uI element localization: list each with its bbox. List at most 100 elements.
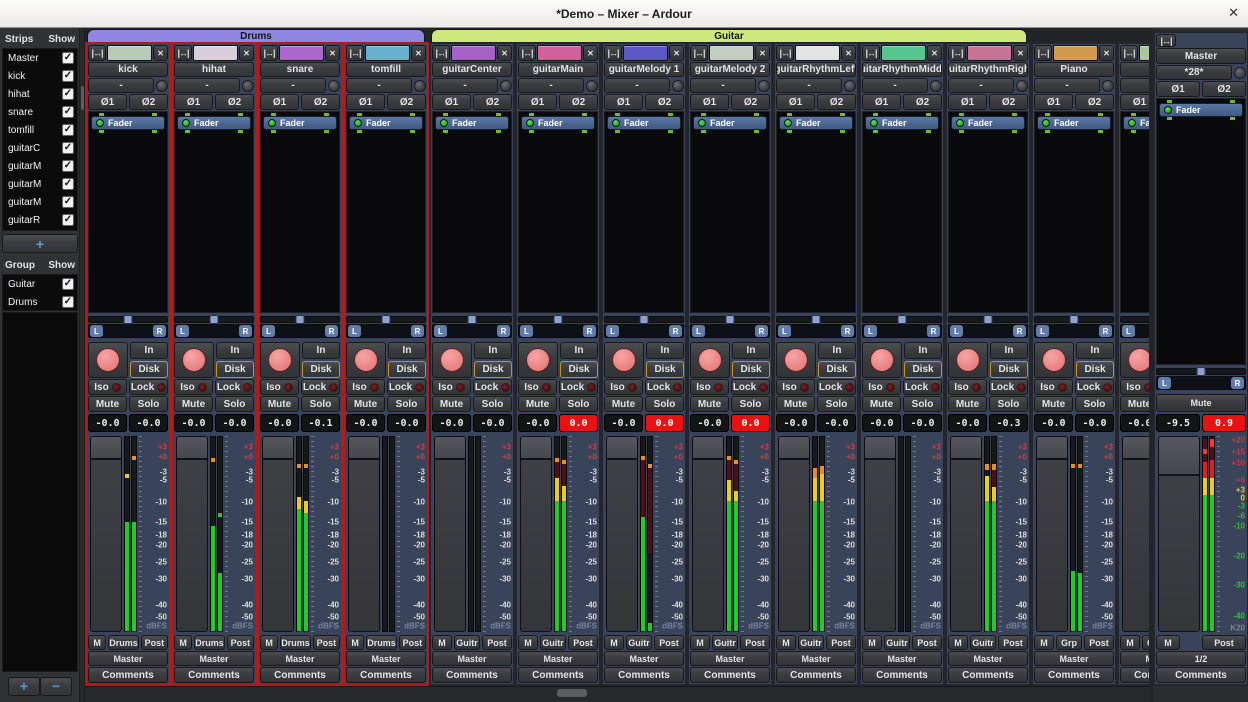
volume-fader[interactable] <box>950 436 982 632</box>
record-arm-button[interactable] <box>432 342 472 378</box>
phase-1-button[interactable]: Ø1 <box>604 94 643 110</box>
mute-button[interactable]: Mute <box>1156 394 1246 412</box>
input-monitor-button[interactable]: In <box>474 342 512 359</box>
fader-processor[interactable]: Fader <box>91 116 165 130</box>
mute-button[interactable]: Mute <box>432 396 471 412</box>
comments-button[interactable]: Comments <box>776 667 856 683</box>
solo-isolate-button[interactable]: Iso <box>260 379 299 395</box>
input-monitor-button[interactable]: In <box>130 342 168 359</box>
phase-1-button[interactable]: Ø1 <box>260 94 299 110</box>
pan-track[interactable] <box>690 316 770 323</box>
narrow-strip-toggle[interactable]: |↔| <box>1034 45 1052 61</box>
input-monitor-button[interactable]: In <box>302 342 340 359</box>
input-monitor-button[interactable]: In <box>904 342 942 359</box>
phase-1-button[interactable]: Ø1 <box>948 94 987 110</box>
strip-color-chip[interactable] <box>623 45 668 61</box>
group-button[interactable]: Grp <box>1142 635 1149 650</box>
trim-knob[interactable] <box>500 80 512 92</box>
disk-monitor-button[interactable]: Disk <box>818 361 856 378</box>
pan-control[interactable]: L R <box>1034 314 1114 341</box>
comments-button[interactable]: Comments <box>862 667 942 683</box>
narrow-strip-toggle[interactable]: |↔| <box>776 45 794 61</box>
peak-display[interactable]: -0.0 <box>817 414 856 432</box>
pan-control[interactable]: L R <box>948 314 1028 341</box>
mono-button[interactable]: M <box>1156 635 1180 650</box>
group-button[interactable]: Guitr <box>798 635 824 650</box>
solo-button[interactable]: Solo <box>817 396 856 412</box>
comments-button[interactable]: Comments <box>518 667 598 683</box>
output-button[interactable]: Master <box>260 651 340 666</box>
strip-name-button[interactable]: guitarRhythmMiddle <box>862 62 942 77</box>
trim-button[interactable]: - <box>1120 78 1149 93</box>
group-button[interactable]: Guitr <box>454 635 480 650</box>
metering-point-button[interactable]: Post <box>826 635 856 650</box>
mono-button[interactable]: M <box>862 635 882 650</box>
solo-button[interactable]: Solo <box>731 396 770 412</box>
hide-strip-button[interactable]: ✕ <box>411 45 426 61</box>
phase-2-button[interactable]: Ø2 <box>215 94 254 110</box>
hide-strip-button[interactable]: ✕ <box>841 45 856 61</box>
pan-handle[interactable] <box>210 315 219 324</box>
gain-display[interactable]: -0.0 <box>432 414 471 432</box>
pan-track[interactable] <box>604 316 684 323</box>
record-arm-button[interactable] <box>518 342 558 378</box>
trim-button[interactable]: - <box>776 78 842 93</box>
gain-display[interactable]: -0.0 <box>346 414 385 432</box>
record-arm-button[interactable] <box>346 342 386 378</box>
pan-track[interactable] <box>1120 316 1149 323</box>
processor-box[interactable]: Fader <box>1120 111 1149 313</box>
metering-point-button[interactable]: Post <box>1084 635 1114 650</box>
phase-2-button[interactable]: Ø2 <box>731 94 770 110</box>
pan-control[interactable]: L R <box>862 314 942 341</box>
input-monitor-button[interactable]: In <box>216 342 254 359</box>
phase-2-button[interactable]: Ø2 <box>1075 94 1114 110</box>
trim-knob[interactable] <box>672 80 684 92</box>
narrow-strip-toggle[interactable]: |↔| <box>88 45 106 61</box>
solo-lock-button[interactable]: Lock <box>129 379 168 395</box>
group-button[interactable]: Grp <box>1056 635 1082 650</box>
volume-fader[interactable] <box>1158 436 1200 632</box>
group-tab[interactable]: Drums <box>87 29 425 42</box>
solo-lock-button[interactable]: Lock <box>559 379 598 395</box>
strip-name-button[interactable]: guitarMain <box>518 62 598 77</box>
visible-checkbox[interactable]: ✓ <box>62 178 74 190</box>
hide-strip-button[interactable]: ✕ <box>1013 45 1028 61</box>
mute-button[interactable]: Mute <box>88 396 127 412</box>
solo-isolate-button[interactable]: Iso <box>518 379 557 395</box>
solo-isolate-button[interactable]: Iso <box>1034 379 1073 395</box>
pan-track[interactable] <box>518 316 598 323</box>
fader-processor[interactable]: Fader <box>1159 103 1243 117</box>
trim-button[interactable]: - <box>518 78 584 93</box>
strip-name-button[interactable]: Piano <box>1034 62 1114 77</box>
record-arm-button[interactable] <box>604 342 644 378</box>
metering-point-button[interactable]: Post <box>740 635 770 650</box>
narrow-strip-toggle[interactable]: |↔| <box>518 45 536 61</box>
disk-monitor-button[interactable]: Disk <box>474 361 512 378</box>
volume-fader[interactable] <box>348 436 380 632</box>
fader-processor[interactable]: Fader <box>263 116 337 130</box>
disk-monitor-button[interactable]: Disk <box>646 361 684 378</box>
input-monitor-button[interactable]: In <box>646 342 684 359</box>
fader-processor[interactable]: Fader <box>951 116 1025 130</box>
pan-handle[interactable] <box>382 315 391 324</box>
add-group-button[interactable]: + <box>8 677 40 696</box>
mono-button[interactable]: M <box>174 635 192 650</box>
solo-isolate-button[interactable]: Iso <box>948 379 987 395</box>
volume-fader[interactable] <box>1122 436 1149 632</box>
fader-processor[interactable]: Fader <box>177 116 251 130</box>
peak-display[interactable]: -0.0 <box>387 414 426 432</box>
gain-display[interactable]: -0.0 <box>1034 414 1073 432</box>
phase-1-button[interactable]: Ø1 <box>776 94 815 110</box>
processor-active-led[interactable] <box>956 119 964 127</box>
gain-display[interactable]: -0.0 <box>690 414 729 432</box>
list-item[interactable]: kick ✓ <box>3 67 77 85</box>
gain-display[interactable]: -9.5 <box>1156 414 1200 432</box>
input-monitor-button[interactable]: In <box>560 342 598 359</box>
gain-display[interactable]: -0.0 <box>862 414 901 432</box>
gain-display[interactable]: -0.0 <box>260 414 299 432</box>
peak-display[interactable]: -0.1 <box>301 414 340 432</box>
visible-checkbox[interactable]: ✓ <box>62 278 74 290</box>
metering-point-button[interactable]: Post <box>399 635 426 650</box>
volume-fader[interactable] <box>1036 436 1068 632</box>
solo-button[interactable]: Solo <box>129 396 168 412</box>
